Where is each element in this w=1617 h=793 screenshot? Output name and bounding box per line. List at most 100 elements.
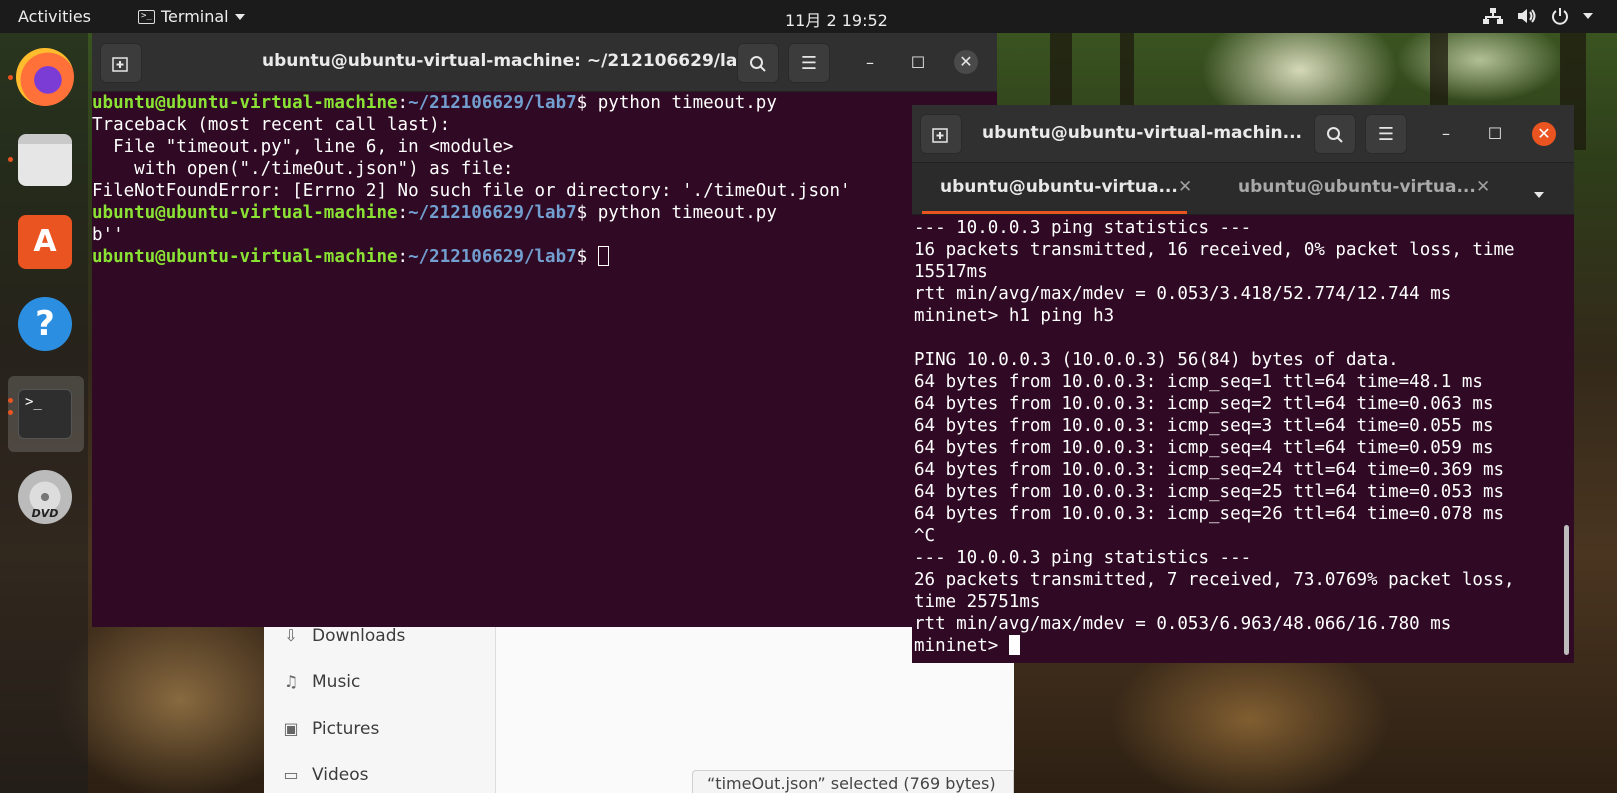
terminal-line: 64 bytes from 10.0.0.3: icmp_seq=4 ttl=6… [914,438,1494,458]
terminal-line: ^C [914,526,936,546]
power-icon [1552,8,1568,25]
top-bar: Activities >_ Terminal 11月 2 19:52 [0,0,1617,33]
volume-icon [1518,9,1536,23]
search-icon [1327,127,1343,143]
terminal-line: 64 bytes from 10.0.0.3: icmp_seq=26 ttl=… [914,504,1505,524]
download-icon: ⇩ [284,626,298,645]
terminal-line: ubuntu@ubuntu-virtual-machine:~/21210662… [92,202,997,224]
menu-button[interactable]: ☰ [1365,114,1407,154]
terminal-line: time 25751ms [914,592,1041,612]
dock-help[interactable]: ? [14,293,76,355]
dock: A ? >_ DVD [0,33,88,793]
hamburger-icon: ☰ [1377,124,1395,145]
window-title: ubuntu@ubuntu-virtual-machine: ~/2121066… [262,51,762,71]
terminal-line: FileNotFoundError: [Errno 2] No such fil… [92,181,851,201]
dock-terminal[interactable]: >_ [14,383,76,445]
activities-button[interactable]: Activities [18,7,91,26]
sidebar-item-downloads[interactable]: ⇩ Downloads [282,626,405,646]
prompt-symbol: $ [576,203,588,223]
close-tab-icon[interactable]: ✕ [1178,177,1192,197]
terminal-window-main[interactable]: ubuntu@ubuntu-virtual-machine: ~/2121066… [92,33,997,627]
tab-inactive[interactable]: ubuntu@ubuntu-virtua... [1238,163,1476,213]
search-button[interactable] [1314,114,1356,154]
prompt-path: ~/212106629/lab7 [408,247,577,267]
terminal-line: PING 10.0.0.3 (10.0.0.3) 56(84) bytes of… [914,350,1399,370]
text-cursor [597,246,609,266]
minimize-button[interactable]: – [1434,122,1458,146]
terminal-line: 64 bytes from 10.0.0.3: icmp_seq=2 ttl=6… [914,394,1494,414]
terminal-line: 15517ms [914,262,988,282]
search-button[interactable] [737,43,779,83]
text-cursor [1008,635,1020,655]
hamburger-icon: ☰ [800,53,818,74]
prompt-symbol: $ [576,93,588,113]
command-text: python timeout.py [587,203,777,223]
sidebar-item-pictures[interactable]: ▣ Pictures [282,719,379,739]
new-tab-button[interactable] [100,43,142,83]
close-button[interactable]: ✕ [954,50,978,74]
running-indicator [8,75,13,80]
close-button[interactable]: ✕ [1532,122,1556,146]
dock-dvd[interactable]: DVD [14,466,76,528]
terminal-line: --- 10.0.0.3 ping statistics --- [914,218,1252,238]
terminal-icon: >_ [138,9,155,24]
clock[interactable]: 11月 2 19:52 [785,7,888,31]
maximize-icon: ☐ [910,53,926,72]
minimize-button[interactable]: – [858,51,882,75]
dock-software[interactable]: A [14,211,76,273]
terminal-headerbar: ubuntu@ubuntu-virtual-machine: ~/2121066… [92,33,997,92]
terminal-line: File "timeout.py", line 6, in <module> [92,137,514,157]
running-indicator [8,410,13,415]
terminal-output[interactable]: --- 10.0.0.3 ping statistics --- 16 packe… [914,217,1564,663]
terminal-line: with open("./timeOut.json") as file: [92,159,514,179]
tab-label: ubuntu@ubuntu-virtua... [940,177,1178,197]
terminal-headerbar: ubuntu@ubuntu-virtual-machin... ☰ – ☐ ✕ [912,105,1574,163]
sidebar-item-label: Music [312,672,361,692]
music-icon: ♫ [283,672,299,691]
running-indicator [8,398,13,403]
tab-active[interactable]: ubuntu@ubuntu-virtua... [940,163,1178,213]
prompt-user: ubuntu@ubuntu-virtual-machine [92,93,398,113]
prompt-user: ubuntu@ubuntu-virtual-machine [92,203,398,223]
sidebar-item-videos[interactable]: ▭ Videos [282,765,368,785]
dock-firefox[interactable] [14,46,76,108]
software-icon: A [18,215,72,269]
terminal-line: rtt min/avg/max/mdev = 0.053/3.418/52.77… [914,284,1452,304]
chevron-down-icon [234,13,245,20]
new-tab-button[interactable] [920,114,962,154]
tabs-menu-button[interactable] [1534,183,1544,202]
selection-status: “timeOut.json” selected (769 bytes) [692,770,1014,793]
pictures-icon: ▣ [283,719,299,738]
terminal-line: 16 packets transmitted, 16 received, 0% … [914,240,1515,260]
close-icon: ✕ [1537,124,1551,143]
maximize-button[interactable]: ☐ [906,51,930,75]
terminal-output[interactable]: ubuntu@ubuntu-virtual-machine:~/21210662… [92,92,997,627]
active-tab-indicator [922,211,1187,214]
system-tray[interactable] [1483,7,1593,25]
close-tab-icon[interactable]: ✕ [1476,177,1490,197]
terminal-line: Traceback (most recent call last): [92,115,451,135]
running-indicator [8,157,13,162]
terminal-icon: >_ [18,389,72,439]
tab-label: ubuntu@ubuntu-virtua... [1238,177,1476,197]
dock-files[interactable] [14,129,76,191]
files-window: ⇩ Downloads ♫ Music ▣ Pictures ▭ Videos … [264,612,1014,793]
window-title: ubuntu@ubuntu-virtual-machin... [982,123,1303,143]
scrollbar[interactable] [1564,525,1569,655]
dvd-icon: DVD [18,470,72,524]
new-tab-icon [112,57,128,72]
mininet-prompt: mininet> [914,636,1009,656]
menu-button[interactable]: ☰ [788,43,830,83]
maximize-button[interactable]: ☐ [1483,122,1507,146]
terminal-line: b'' [92,225,124,245]
sidebar-item-music[interactable]: ♫ Music [282,672,361,692]
terminal-line: 26 packets transmitted, 7 received, 73.0… [914,570,1515,590]
new-tab-icon [932,128,948,143]
app-menu[interactable]: >_ Terminal [138,7,245,26]
dvd-label: DVD [31,507,59,520]
prompt-separator: : [397,247,409,267]
terminal-window-mininet[interactable]: ubuntu@ubuntu-virtual-machin... ☰ – ☐ ✕ … [912,105,1574,663]
chevron-down-icon [1534,192,1544,198]
terminal-line: 64 bytes from 10.0.0.3: icmp_seq=25 ttl=… [914,482,1505,502]
